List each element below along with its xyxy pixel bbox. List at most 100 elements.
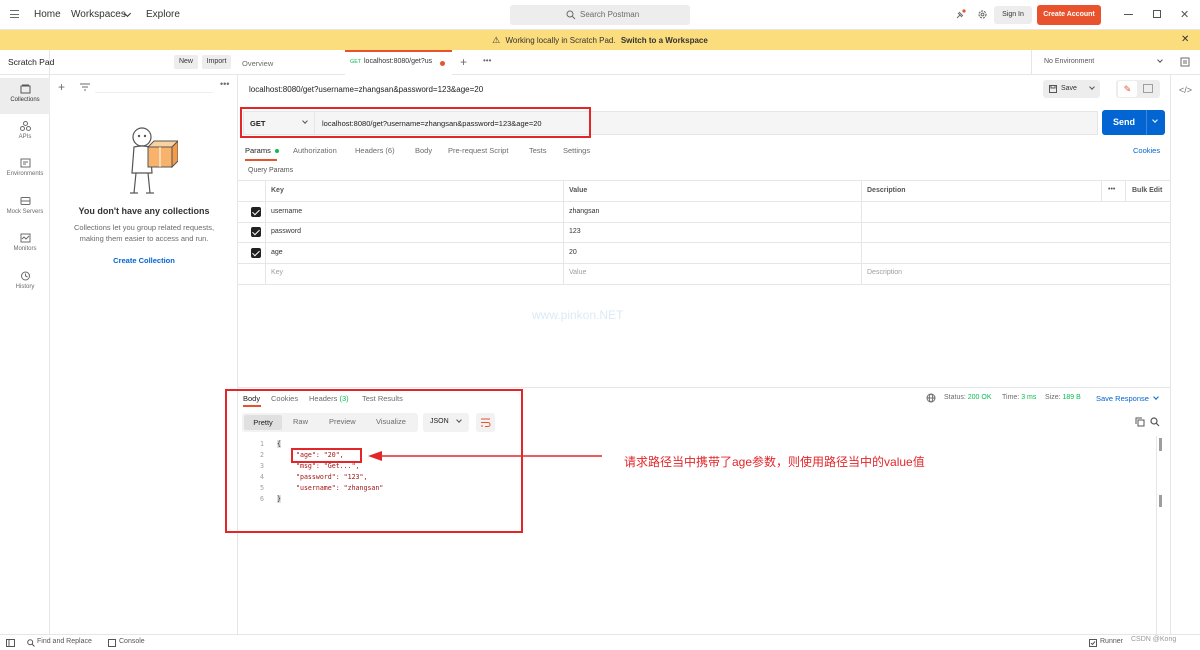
search-icon[interactable] <box>1150 417 1160 427</box>
new-param-key-input[interactable]: Key <box>271 269 283 276</box>
tab-pre-request-script[interactable]: Pre-request Script <box>448 146 508 155</box>
param-checkbox[interactable] <box>251 207 261 217</box>
code-snippet-icon[interactable]: </> <box>1179 85 1192 95</box>
status-bar: Find and Replace Console Runner CSDN @Ko… <box>0 634 1200 650</box>
tab-headers[interactable]: Headers (6) <box>355 146 395 155</box>
scratch-pad-title: Scratch Pad <box>8 57 55 67</box>
console-button[interactable]: Console <box>119 638 145 645</box>
unsaved-dot-icon <box>440 61 445 66</box>
chevron-down-icon[interactable] <box>1152 117 1158 123</box>
chevron-down-icon <box>1089 84 1095 90</box>
collection-search-input[interactable] <box>95 81 213 93</box>
satellite-icon[interactable] <box>955 9 966 20</box>
table-border <box>238 222 1170 223</box>
chevron-down-icon <box>1157 57 1163 63</box>
globe-icon[interactable] <box>926 393 936 403</box>
param-key[interactable]: password <box>271 228 301 235</box>
save-label: Save <box>1061 85 1077 92</box>
tab-params[interactable]: Params <box>245 146 279 155</box>
table-border <box>238 201 1170 202</box>
pencil-icon[interactable]: ✎ <box>1118 81 1137 97</box>
nav-explore[interactable]: Explore <box>146 9 180 20</box>
request-title[interactable]: localhost:8080/get?username=zhangsan&pas… <box>249 85 483 94</box>
copy-icon[interactable] <box>1135 417 1145 427</box>
status-value: 200 OK <box>967 394 992 401</box>
annotation-text: 请求路径当中携带了age参数，则使用路径当中的value值 <box>624 455 925 469</box>
find-icon <box>27 639 35 647</box>
switch-workspace-link[interactable]: Switch to a Workspace <box>621 36 708 45</box>
tab-options-icon[interactable]: ••• <box>483 56 491 65</box>
param-checkbox[interactable] <box>251 248 261 258</box>
tab-active-request[interactable]: GET localhost:8080/get?us <box>345 50 452 75</box>
tab-authorization[interactable]: Authorization <box>293 146 337 155</box>
collections-icon <box>20 84 30 94</box>
new-param-description-input[interactable]: Description <box>867 269 902 276</box>
filter-icon[interactable] <box>80 83 90 91</box>
column-header-value: Value <box>569 187 588 194</box>
method-badge: GET <box>350 59 362 65</box>
runner-button[interactable]: Runner <box>1100 638 1123 645</box>
sidebar-item-history[interactable]: History <box>0 265 50 301</box>
param-checkbox[interactable] <box>251 227 261 237</box>
banner-text: Working locally in Scratch Pad. <box>505 36 616 45</box>
close-window-icon[interactable]: ✕ <box>1180 8 1189 21</box>
sign-in-button[interactable]: Sign In <box>994 6 1032 24</box>
column-header-key: Key <box>271 187 284 194</box>
plus-icon[interactable]: + <box>58 80 65 94</box>
new-param-value-input[interactable]: Value <box>569 269 586 276</box>
table-border <box>238 263 1170 264</box>
monitors-icon <box>20 233 30 243</box>
gear-icon[interactable] <box>977 9 988 20</box>
response-scrollbar-marker[interactable] <box>1159 495 1162 507</box>
import-button[interactable]: Import <box>202 55 231 69</box>
tab-overview[interactable]: Overview <box>242 59 273 68</box>
empty-collections-illustration <box>130 127 178 194</box>
tab-settings[interactable]: Settings <box>563 146 590 155</box>
history-icon <box>20 271 30 281</box>
bulk-edit-link[interactable]: Bulk Edit <box>1132 187 1162 194</box>
menu-icon[interactable] <box>10 10 19 18</box>
sidebar-item-environments[interactable]: Environments <box>0 152 50 188</box>
tab-tests[interactable]: Tests <box>529 146 547 155</box>
nav-home[interactable]: Home <box>34 9 61 20</box>
sidebar-item-monitors[interactable]: Monitors <box>0 227 50 263</box>
param-key[interactable]: age <box>271 249 283 256</box>
more-options-icon[interactable]: ••• <box>220 79 229 89</box>
age-highlight-box <box>291 448 362 463</box>
nav-workspaces[interactable]: Workspaces <box>71 9 126 20</box>
cookies-link[interactable]: Cookies <box>1133 146 1160 155</box>
param-value[interactable]: zhangsan <box>569 208 599 215</box>
param-value[interactable]: 20 <box>569 249 577 256</box>
sidebar-toggle-icon[interactable] <box>6 639 15 647</box>
url-highlight-box <box>240 107 591 138</box>
create-account-button[interactable]: Create Account <box>1037 5 1101 25</box>
add-tab-icon[interactable]: + <box>460 55 467 69</box>
close-banner-icon[interactable]: ✕ <box>1181 30 1189 50</box>
find-and-replace-button[interactable]: Find and Replace <box>37 638 92 645</box>
request-tabs-bar: Overview GET localhost:8080/get?us + •••… <box>238 50 1200 75</box>
save-response-button[interactable]: Save Response <box>1096 394 1159 403</box>
send-button[interactable]: Send <box>1102 110 1165 135</box>
sidebar-item-collections[interactable]: Collections <box>0 78 50 114</box>
new-button[interactable]: New <box>174 55 198 69</box>
table-options-icon[interactable]: ••• <box>1108 186 1115 193</box>
scratch-pad-banner: ⚠ Working locally in Scratch Pad. Switch… <box>0 30 1200 50</box>
time-label: Time: <box>1002 394 1020 401</box>
minimize-icon[interactable] <box>1124 14 1133 15</box>
param-value[interactable]: 123 <box>569 228 581 235</box>
edit-toggle[interactable]: ✎ <box>1116 80 1160 98</box>
comment-icon[interactable] <box>1143 84 1153 93</box>
maximize-icon[interactable] <box>1153 10 1161 18</box>
param-key[interactable]: username <box>271 208 302 215</box>
save-button[interactable]: Save <box>1043 80 1100 98</box>
sidebar-item-apis[interactable]: APIs <box>0 115 50 151</box>
response-scrollbar-thumb[interactable] <box>1159 438 1162 451</box>
table-border <box>238 242 1170 243</box>
tab-body[interactable]: Body <box>415 146 432 155</box>
environment-quick-look-icon[interactable] <box>1180 57 1190 67</box>
search-input[interactable]: Search Postman <box>510 5 690 25</box>
create-collection-link[interactable]: Create Collection <box>50 256 238 265</box>
sidebar-item-mock-servers[interactable]: Mock Servers <box>0 190 50 226</box>
status-label: Status: <box>944 394 966 401</box>
environment-selector[interactable]: No Environment <box>1031 50 1169 75</box>
